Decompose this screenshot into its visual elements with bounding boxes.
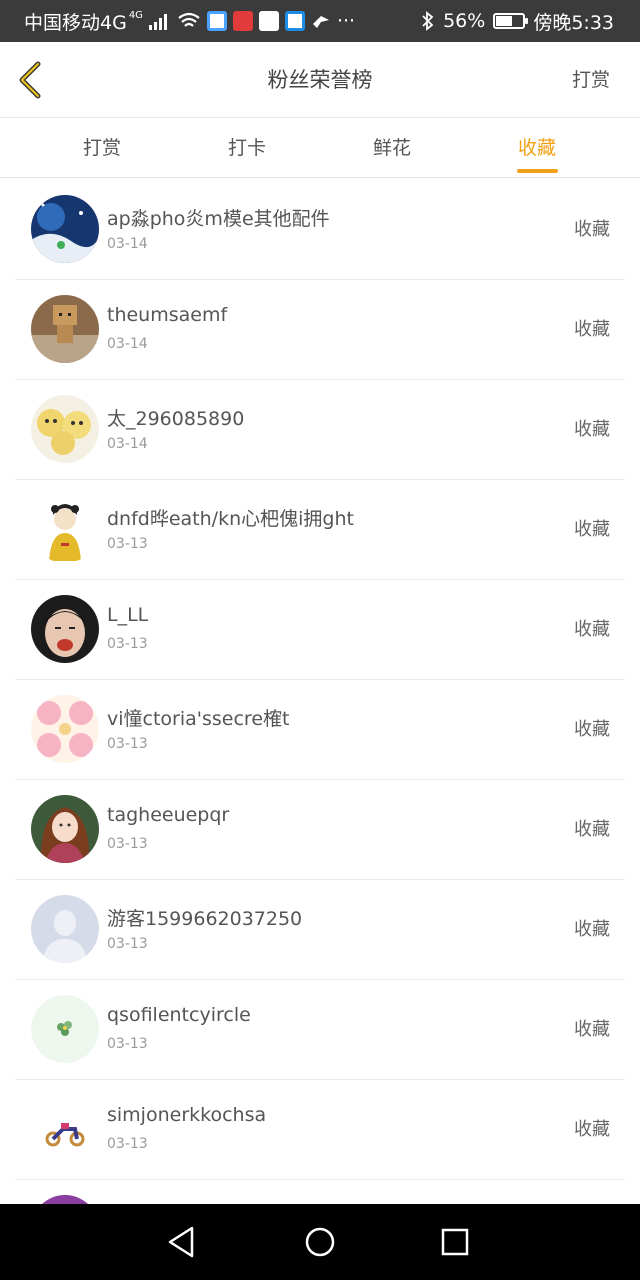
tab-checkin[interactable]: 打卡: [202, 118, 292, 178]
heart-app-icon: [232, 11, 253, 31]
anime-girl-avatar-icon: [31, 795, 99, 863]
avatar: [31, 695, 99, 763]
action-type-label: 收藏: [574, 919, 610, 940]
avatar: [31, 1195, 99, 1204]
user-date: 03-14: [107, 436, 148, 452]
nav-home-icon[interactable]: [300, 1222, 340, 1262]
user-name: simjonerkkochsa: [107, 1104, 267, 1126]
user-date: 03-14: [107, 336, 148, 352]
tab-reward[interactable]: 打赏: [57, 118, 147, 178]
tab-bar: 打赏 打卡 鲜花 收藏: [0, 118, 640, 178]
app-header: 粉丝荣誉榜 打赏: [0, 42, 640, 118]
user-name: qsofilentcyircle: [107, 1004, 251, 1026]
battery-icon: [493, 13, 529, 29]
nav-recents-icon[interactable]: [435, 1222, 475, 1262]
user-date: 03-13: [107, 936, 148, 952]
back-icon[interactable]: [12, 60, 52, 100]
avatar: [31, 295, 99, 363]
network-sup-label: 4G: [128, 9, 143, 21]
avatar: [31, 395, 99, 463]
user-name: tagheeuepqr: [107, 804, 230, 826]
list-item[interactable]: qsofilentcyircle 03-13 收藏: [15, 980, 625, 1080]
user-name: ap淼pho炎m模e其他配件: [107, 208, 330, 230]
cardboard-robot-avatar-icon: [31, 295, 99, 363]
default-user-avatar-icon: [31, 895, 99, 963]
list-item[interactable]: 游客1599662037250 03-13 收藏: [15, 880, 625, 980]
list-item-partial[interactable]: [15, 1180, 625, 1204]
action-type-label: 收藏: [574, 219, 610, 240]
user-date: 03-13: [107, 1036, 148, 1052]
user-date: 03-13: [107, 836, 148, 852]
small-flower-avatar-icon: [31, 995, 99, 1063]
avatar: [31, 995, 99, 1063]
action-type-label: 收藏: [574, 819, 610, 840]
action-type-label: 收藏: [574, 519, 610, 540]
fan-list[interactable]: ap淼pho炎m模e其他配件 03-14 收藏 theumsaemf 03-14…: [0, 180, 640, 1204]
action-type-label: 收藏: [574, 1119, 610, 1140]
list-item[interactable]: tagheeuepqr 03-13 收藏: [15, 780, 625, 880]
nav-back-icon[interactable]: [162, 1222, 202, 1262]
carrier-label: 中国移动4G: [24, 11, 127, 34]
signal-icon: [148, 14, 167, 30]
avatar: [31, 595, 99, 663]
avatar: [31, 195, 99, 263]
tree-app-icon: [258, 11, 279, 31]
user-name: 太_296085890: [107, 408, 245, 430]
avatar: [31, 495, 99, 563]
list-item[interactable]: simjonerkkochsa 03-13 收藏: [15, 1080, 625, 1180]
user-date: 03-13: [107, 736, 148, 752]
pink-flowers-avatar-icon: [31, 695, 99, 763]
starry-night-avatar-icon: [31, 195, 99, 263]
cloud-app-icon: [284, 11, 305, 31]
list-item[interactable]: L_LL 03-13 收藏: [15, 580, 625, 680]
list-item[interactable]: ap淼pho炎m模e其他配件 03-14 收藏: [15, 180, 625, 280]
user-date: 03-14: [107, 236, 148, 252]
avatar: [31, 1095, 99, 1163]
user-date: 03-13: [107, 536, 148, 552]
avatar: [31, 895, 99, 963]
app-notification-icon: [206, 11, 227, 31]
page-title: 粉丝荣誉榜: [267, 68, 373, 92]
action-type-label: 收藏: [574, 719, 610, 740]
battery-percent: 56%: [443, 10, 486, 32]
list-item[interactable]: dnfd晔eath/kn心杷傀i拥ght 03-13 收藏: [15, 480, 625, 580]
system-nav-bar: [0, 1204, 640, 1280]
list-item[interactable]: theumsaemf 03-14 收藏: [15, 280, 625, 380]
status-right: 56% 傍晚5:33: [421, 0, 614, 42]
reward-button[interactable]: 打赏: [572, 42, 610, 118]
motorbike-avatar-icon: [31, 1095, 99, 1163]
action-type-label: 收藏: [574, 419, 610, 440]
yellow-bears-avatar-icon: [31, 395, 99, 463]
boy-photo-avatar-icon: [31, 595, 99, 663]
active-tab-indicator: [517, 169, 558, 173]
action-type-label: 收藏: [574, 1019, 610, 1040]
bluetooth-icon: [422, 11, 434, 31]
more-notifications-icon: ···: [336, 10, 356, 32]
cartoon-girl-avatar-icon: [31, 495, 99, 563]
status-bar: 中国移动4G 4G ··· 56% 傍晚5:33: [0, 0, 640, 42]
user-date: 03-13: [107, 1136, 148, 1152]
user-name: L_LL: [107, 604, 149, 626]
user-name: 游客1599662037250: [107, 908, 303, 930]
user-name: dnfd晔eath/kn心杷傀i拥ght: [107, 508, 354, 530]
list-item[interactable]: 太_296085890 03-14 收藏: [15, 380, 625, 480]
list-item[interactable]: vi憧ctoria'ssecre榷t 03-13 收藏: [15, 680, 625, 780]
wifi-icon: [178, 12, 200, 27]
status-left: 中国移动4G 4G ···: [24, 0, 355, 42]
user-name: theumsaemf: [107, 304, 228, 326]
tab-flowers[interactable]: 鲜花: [347, 118, 437, 178]
action-type-label: 收藏: [574, 319, 610, 340]
user-date: 03-13: [107, 636, 148, 652]
action-type-label: 收藏: [574, 619, 610, 640]
user-name: vi憧ctoria'ssecre榷t: [107, 708, 290, 730]
bird-icon: [312, 16, 329, 28]
avatar: [31, 795, 99, 863]
clock: 傍晚5:33: [533, 11, 614, 34]
